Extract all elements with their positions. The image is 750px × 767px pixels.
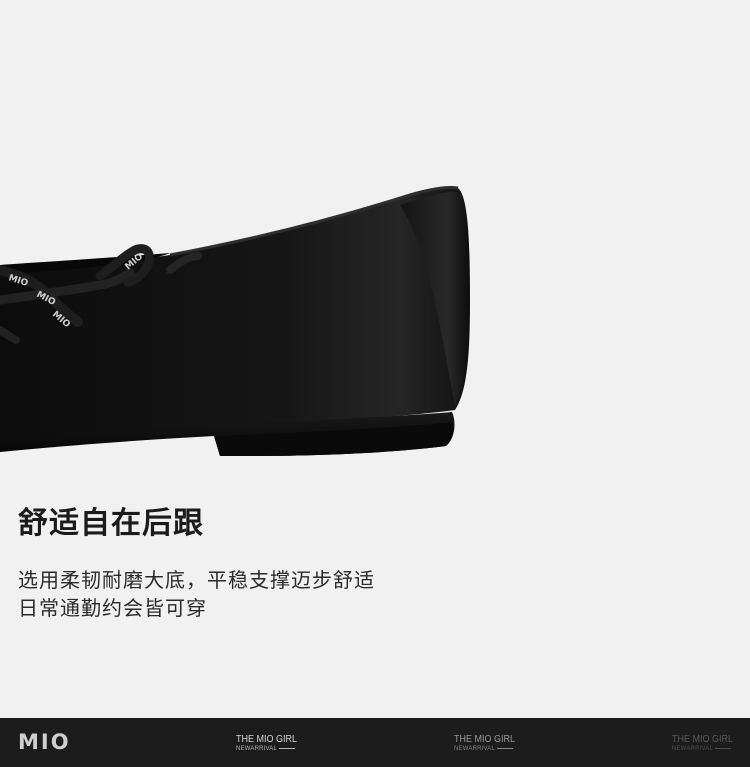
mio-logo: MIO xyxy=(18,730,71,754)
tagline-sub: NEWARRIVAL xyxy=(454,746,496,752)
divider xyxy=(715,747,732,749)
tagline-title: THE MIO GIRL xyxy=(236,734,298,745)
divider xyxy=(497,747,514,749)
description-line: 选用柔韧耐磨大底，平稳支撑迈步舒适 xyxy=(18,568,375,592)
tagline-title: THE MIO GIRL xyxy=(454,734,516,745)
black-flat-shoe-image: MIO MIO MIO MIO xyxy=(0,186,470,456)
description-line: 日常通勤约会皆可穿 xyxy=(18,596,207,620)
product-photo: MIO MIO MIO MIO xyxy=(0,0,750,480)
tagline-sub: NEWARRIVAL xyxy=(236,746,278,752)
tagline: THE MIO GIRL NEWARRIVAL xyxy=(236,734,304,753)
tagline: THE MIO GIRL NEWARRIVAL xyxy=(672,734,740,753)
tagline-title: THE MIO GIRL xyxy=(672,734,734,745)
divider xyxy=(279,747,296,749)
feature-headline: 舒适自在后跟 xyxy=(18,506,204,541)
tagline: THE MIO GIRL NEWARRIVAL xyxy=(454,734,522,753)
brand-footer: MIO THE MIO GIRL NEWARRIVAL THE MIO GIRL… xyxy=(0,718,750,767)
tagline-sub: NEWARRIVAL xyxy=(672,746,714,752)
feature-description: 选用柔韧耐磨大底，平稳支撑迈步舒适 日常通勤约会皆可穿 xyxy=(18,566,718,622)
feature-text: 舒适自在后跟 选用柔韧耐磨大底，平稳支撑迈步舒适 日常通勤约会皆可穿 xyxy=(18,504,718,622)
